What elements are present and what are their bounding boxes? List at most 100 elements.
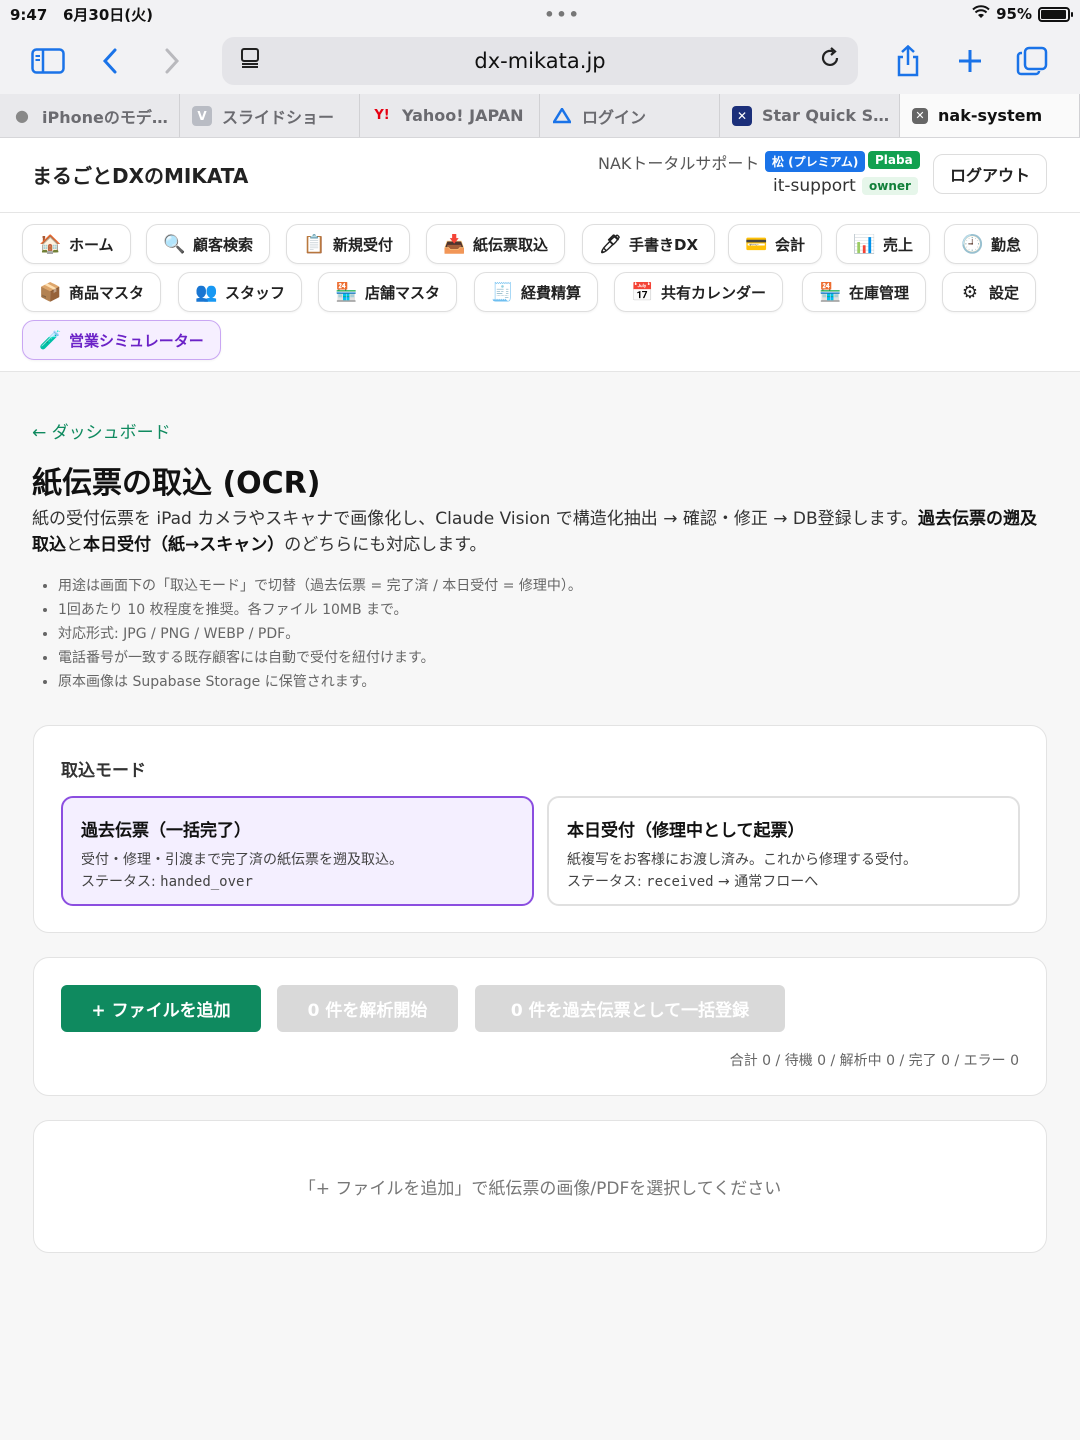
nav-label: 顧客検索	[193, 235, 254, 254]
nav-label: 店舗マスタ	[365, 283, 441, 302]
nav-label: スタッフ	[225, 283, 286, 302]
note-item: 電話番号が一致する既存顧客には自動で受付を紐付けます。	[58, 646, 582, 670]
mode-option-past-slips[interactable]: 過去伝票（一括完了） 受付・修理・引渡まで完了済の紙伝票を遡及取込。 ステータス…	[61, 796, 534, 906]
status-time: 9:47	[10, 5, 48, 24]
reload-icon[interactable]	[816, 47, 844, 75]
main-nav: 🏠 ホーム 🔍 顧客検索 📋 新規受付 📥 紙伝票取込 🖊 手書きDX 💳 会計 📊 売上 🕘…	[0, 213, 1080, 372]
nav-shared-calendar[interactable]: 📅 共有カレンダー	[614, 272, 784, 312]
status-bar: 9:47 6月30日(火) ••• 95%	[0, 0, 1080, 28]
test-tube-icon: 🧪	[39, 329, 62, 351]
role-badge: owner	[862, 177, 918, 195]
store-icon: 🏪	[819, 281, 842, 303]
pen-icon: 🖊	[599, 233, 622, 255]
nav-attendance[interactable]: 🕘 勤怠	[944, 224, 1039, 264]
mode-option-title: 過去伝票（一括完了）	[81, 821, 251, 841]
mode-option-desc: 受付・修理・引渡まで完了済の紙伝票を遡及取込。	[81, 852, 403, 868]
tab-label: nak-system	[938, 106, 1043, 125]
status-prefix: ステータス:	[567, 874, 647, 890]
empty-state-card: 「+ ファイルを追加」で紙伝票の画像/PDFを選択してください	[33, 1120, 1047, 1253]
nav-label: 営業シミュレーター	[69, 331, 204, 350]
nav-settings[interactable]: ⚙ 設定	[942, 272, 1037, 312]
note-item: 用途は画面下の「取込モード」で切替（過去伝票 = 完了済 / 本日受付 = 修理…	[58, 574, 582, 598]
nav-label: 新規受付	[333, 235, 394, 254]
receipt-icon: 🧾	[491, 281, 514, 303]
nav-paper-import[interactable]: 📥 紙伝票取込	[426, 224, 566, 264]
clipboard-icon: 📋	[303, 233, 326, 255]
nav-label: 手書きDX	[629, 235, 699, 254]
star-quick-icon: ✕	[732, 105, 752, 126]
lead-text: と	[66, 535, 83, 555]
house-icon: 🏠	[39, 233, 62, 255]
magnifier-icon: 🔍	[163, 233, 186, 255]
nav-label: 紙伝票取込	[473, 235, 549, 254]
logout-button[interactable]: ログアウト	[933, 154, 1047, 194]
note-item: 1回あたり 10 枚程度を推奨。各ファイル 10MB まで。	[58, 598, 582, 622]
nav-new-reception[interactable]: 📋 新規受付	[286, 224, 411, 264]
nav-label: 在庫管理	[849, 283, 910, 302]
lead-text: のどちらにも対応します。	[284, 535, 487, 555]
lead-text: 紙の受付伝票を iPad カメラやスキャナで画像化し、Claude Vision…	[32, 509, 918, 529]
import-mode-label: 取込モード	[61, 761, 146, 781]
nav-label: 勤怠	[991, 235, 1022, 254]
status-time-date: 9:47 6月30日(火)	[10, 4, 153, 25]
bulk-register-button[interactable]: 0 件を過去伝票として一括登録	[475, 985, 785, 1032]
nav-handwriting-dx[interactable]: 🖊 手書きDX	[582, 224, 716, 264]
nav-staff[interactable]: 👥 スタッフ	[178, 272, 303, 312]
file-status-counts: 合計 0 / 待機 0 / 解析中 0 / 完了 0 / エラー 0	[729, 1053, 1019, 1069]
tab-overview-icon[interactable]	[1010, 39, 1054, 83]
plaba-badge: Plaba	[868, 151, 920, 169]
address-bar[interactable]: dx-mikata.jp	[222, 37, 858, 85]
status-date: 6月30日(火)	[62, 5, 154, 24]
browser-tab[interactable]: ログイン	[540, 94, 720, 137]
back-icon[interactable]	[88, 39, 132, 83]
gear-icon: ⚙	[961, 281, 979, 303]
url-text[interactable]: dx-mikata.jp	[474, 49, 605, 73]
sidebar-toggle-icon[interactable]	[26, 39, 70, 83]
credit-card-icon: 💳	[745, 233, 768, 255]
mode-option-desc: 紙複写をお客様にお渡し済み。これから修理する受付。	[567, 852, 917, 868]
multitask-dots-icon[interactable]: •••	[544, 5, 581, 24]
brand-title[interactable]: まるごとDXのMIKATA	[32, 160, 248, 189]
tab-label: スライドショー	[222, 107, 335, 127]
nav-label: 経費精算	[521, 283, 582, 302]
browser-tab[interactable]: Y! Yahoo! JAPAN	[360, 94, 540, 137]
store-icon: 🏪	[335, 281, 358, 303]
org-name: NAKトータルサポート	[598, 154, 760, 173]
usage-notes: 用途は画面下の「取込モード」で切替（過去伝票 = 完了済 / 本日受付 = 修理…	[58, 574, 582, 694]
share-icon[interactable]	[886, 39, 930, 83]
empty-state-message: 「+ ファイルを追加」で紙伝票の画像/PDFを選択してください	[298, 1179, 782, 1199]
browser-tab-active[interactable]: ✕ nak-system	[900, 94, 1080, 137]
add-file-button[interactable]: + ファイルを追加	[61, 985, 261, 1032]
nav-accounting[interactable]: 💳 会計	[728, 224, 823, 264]
nav-store-master[interactable]: 🏪 店舗マスタ	[318, 272, 458, 312]
back-to-dashboard-link[interactable]: ← ダッシュボード	[32, 418, 171, 443]
nav-label: 商品マスタ	[69, 283, 145, 302]
clock-icon: 🕘	[961, 233, 984, 255]
tab-label: iPhoneのモデ…	[42, 107, 168, 127]
nav-sales-simulator[interactable]: 🧪 営業シミュレーター	[22, 320, 221, 360]
browser-tab[interactable]: ✕ Star Quick S…	[720, 94, 900, 137]
browser-tab[interactable]: ● iPhoneのモデ…	[0, 94, 180, 137]
start-analysis-button[interactable]: 0 件を解析開始	[277, 985, 458, 1032]
nav-customer-search[interactable]: 🔍 顧客検索	[146, 224, 271, 264]
nav-expenses[interactable]: 🧾 経費精算	[474, 272, 599, 312]
browser-toolbar: dx-mikata.jp	[0, 28, 1080, 94]
close-icon[interactable]: ✕	[912, 107, 928, 124]
nav-home[interactable]: 🏠 ホーム	[22, 224, 131, 264]
forward-icon[interactable]	[150, 39, 194, 83]
nav-product-master[interactable]: 📦 商品マスタ	[22, 272, 162, 312]
plan-badge: 松 (プレミアム)	[765, 151, 866, 172]
browser-tab[interactable]: V スライドショー	[180, 94, 360, 137]
note-item: 原本画像は Supabase Storage に保管されます。	[58, 670, 582, 694]
new-tab-icon[interactable]	[948, 39, 992, 83]
mode-option-title: 本日受付（修理中として起票）	[567, 821, 805, 841]
tab-label: Star Quick S…	[762, 106, 890, 125]
page-title: 紙伝票の取込 (OCR)	[32, 466, 321, 501]
nav-inventory[interactable]: 🏪 在庫管理	[802, 272, 927, 312]
page-menu-icon[interactable]	[236, 47, 264, 75]
yahoo-icon: Y!	[374, 108, 390, 123]
status-code: handed_over	[160, 874, 253, 890]
calendar-icon: 📅	[631, 281, 654, 303]
nav-sales[interactable]: 📊 売上	[836, 224, 931, 264]
mode-option-today-reception[interactable]: 本日受付（修理中として起票） 紙複写をお客様にお渡し済み。これから修理する受付。…	[547, 796, 1020, 906]
